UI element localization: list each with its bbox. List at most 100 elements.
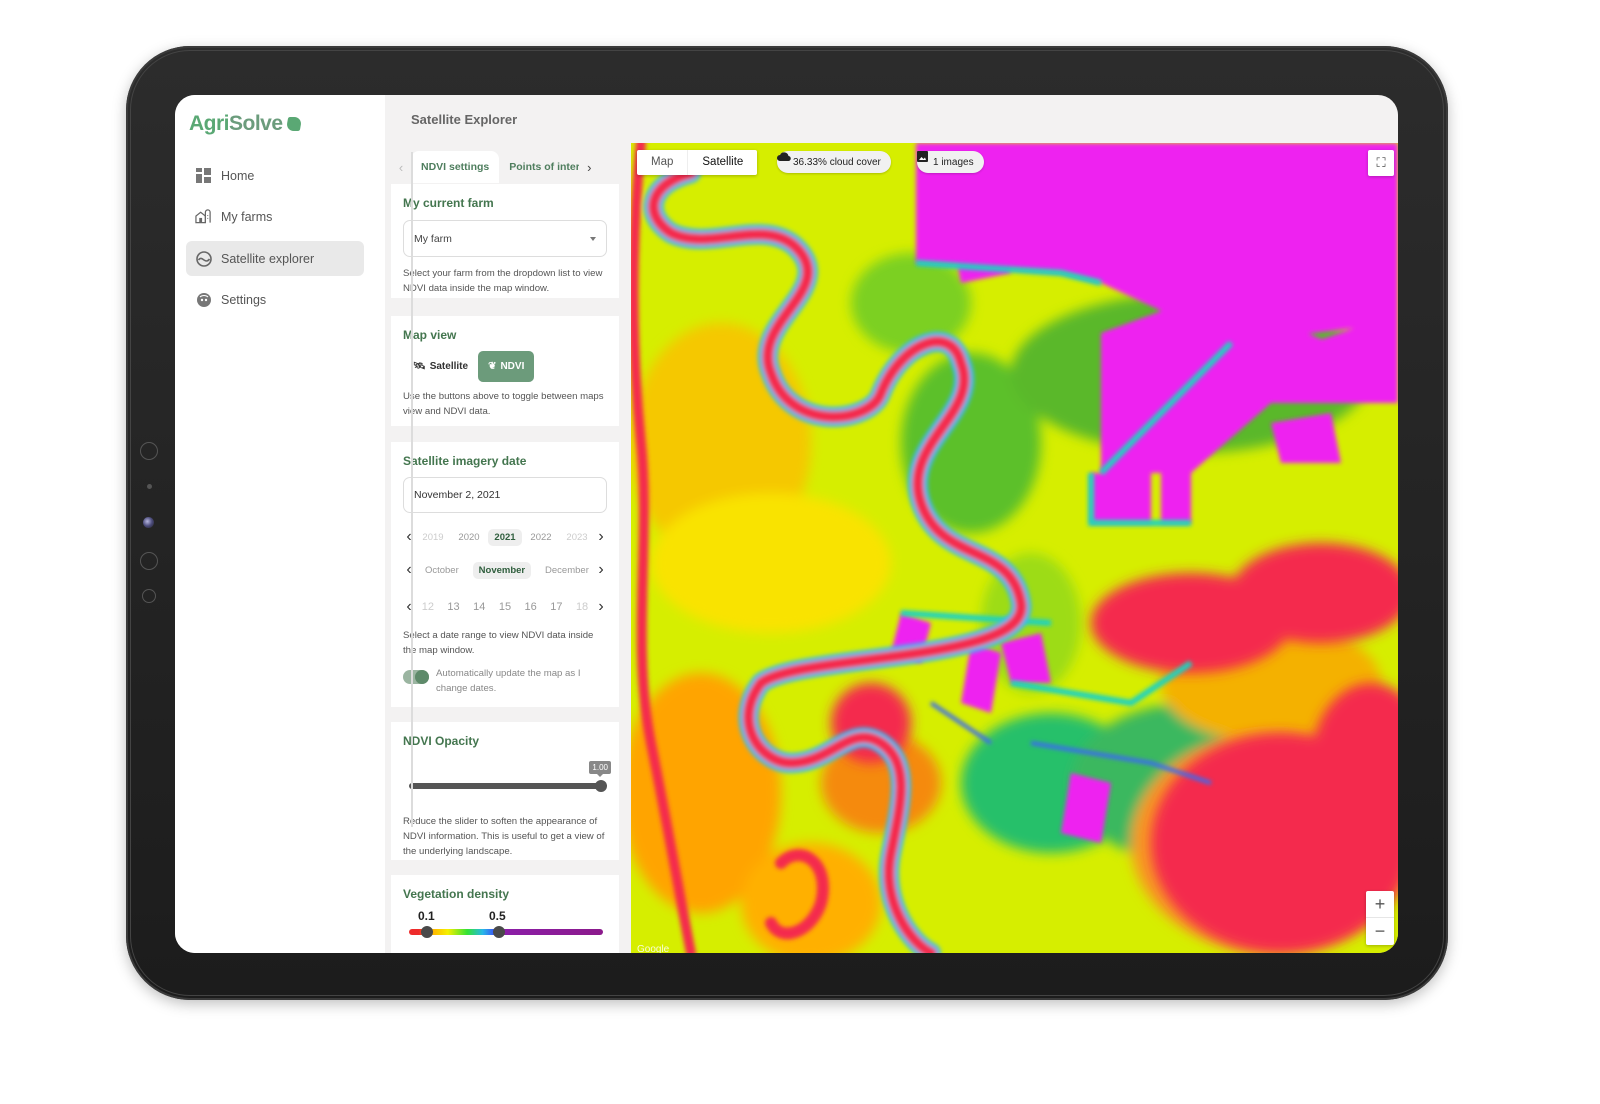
year-option[interactable]: 2019	[416, 529, 449, 546]
auto-update-row: Automatically update the map as I change…	[403, 666, 607, 696]
camera-lens-icon	[143, 517, 154, 528]
slider-track[interactable]	[409, 783, 603, 789]
month-option[interactable]: October	[419, 562, 465, 579]
date-help-text: Select a date range to view NDVI data in…	[403, 630, 594, 656]
map-type-map-button[interactable]: Map	[637, 150, 687, 175]
sidebar-item-satellite-explorer[interactable]: Satellite explorer	[186, 241, 364, 276]
zoom-in-button[interactable]: +	[1366, 891, 1394, 918]
image-count-text: 1 images	[933, 156, 974, 168]
farm-help-text: Select your farm from the dropdown list …	[403, 268, 603, 294]
satellite-view-button[interactable]: 🛰 Satellite	[403, 351, 478, 382]
vegetation-range-slider[interactable]: 0.1 0.5	[403, 907, 607, 947]
month-option[interactable]: December	[539, 562, 591, 579]
year-option[interactable]: 2020	[452, 529, 485, 546]
ndvi-heatmap	[631, 143, 1398, 953]
day-option[interactable]: 15	[495, 598, 515, 616]
range-high-thumb[interactable]	[493, 926, 505, 938]
tab-points-of-interest[interactable]: Points of interest	[499, 151, 579, 183]
auto-update-toggle[interactable]	[403, 670, 429, 684]
sensor-ring-icon	[142, 589, 156, 603]
user-face-icon	[195, 291, 212, 308]
zoom-out-button[interactable]: −	[1366, 918, 1394, 945]
map-type-control: Map Satellite	[637, 150, 758, 175]
slider-value-tooltip: 1.00	[589, 761, 611, 777]
panel-tabs: ‹ NDVI settings Points of interest ›	[391, 150, 621, 184]
imagery-date-card: Satellite imagery date November 2, 2021 …	[391, 442, 619, 707]
farm-card: My current farm My farm Select your farm…	[391, 184, 619, 298]
tab-ndvi-settings[interactable]: NDVI settings	[411, 151, 500, 183]
sensor-ring-icon	[140, 552, 158, 570]
day-option[interactable]: 17	[546, 598, 566, 616]
month-option-selected[interactable]: November	[472, 561, 532, 579]
page-title: Satellite Explorer	[411, 112, 518, 127]
map-view-title: Map view	[403, 328, 457, 342]
year-prev-button[interactable]: ‹	[403, 529, 415, 545]
day-option[interactable]: 16	[521, 598, 541, 616]
sensor-dot-icon	[147, 484, 152, 489]
day-option[interactable]: 12	[418, 598, 438, 616]
range-high-label: 0.5	[489, 909, 506, 923]
sidebar-item-my-farms[interactable]: My farms	[186, 199, 364, 234]
range-low-label: 0.1	[418, 909, 435, 923]
chevron-down-icon	[590, 236, 596, 241]
sidebar-item-label: My farms	[221, 209, 273, 224]
map-type-satellite-button[interactable]: Satellite	[687, 150, 757, 175]
panel-scrollbar[interactable]	[411, 152, 413, 827]
settings-panel: ‹ NDVI settings Points of interest › My …	[391, 150, 623, 953]
ndvi-opacity-title: NDVI Opacity	[403, 734, 480, 748]
ndvi-map[interactable]: Map Satellite 36.33% cloud cover 1 image…	[631, 143, 1398, 953]
satellite-orbit-icon	[195, 250, 212, 267]
slider-thumb[interactable]	[595, 780, 607, 792]
sidebar-item-label: Home	[221, 168, 255, 183]
app-screen: Agri Solve Home My farms Satellite explor…	[175, 95, 1398, 953]
tab-scroll-right-button[interactable]: ›	[579, 160, 599, 175]
day-prev-button[interactable]: ‹	[403, 599, 415, 615]
year-next-button[interactable]: ›	[595, 529, 607, 545]
ndvi-view-label: NDVI	[500, 361, 525, 372]
leaf-logo-icon	[285, 117, 302, 131]
sidebar-item-label: Settings	[221, 292, 267, 307]
cloud-cover-chip: 36.33% cloud cover	[777, 151, 891, 173]
ndvi-opacity-card: NDVI Opacity 1.00 Reduce the slider to s…	[391, 722, 619, 860]
auto-update-label: Automatically update the map as I change…	[436, 668, 581, 694]
year-option[interactable]: 2022	[524, 529, 557, 546]
image-count-chip: 1 images	[917, 151, 984, 173]
dashboard-grid-icon	[195, 167, 212, 184]
day-option[interactable]: 13	[443, 598, 463, 616]
sensor-ring-icon	[140, 442, 158, 460]
vegetation-density-title: Vegetation density	[403, 887, 510, 901]
year-option[interactable]: 2023	[560, 529, 593, 546]
farm-select[interactable]: My farm	[403, 220, 607, 257]
fullscreen-icon: ⛶	[1376, 155, 1386, 170]
month-prev-button[interactable]: ‹	[403, 562, 415, 578]
vegetation-density-card: Vegetation density 0.1 0.5	[391, 875, 619, 953]
ndvi-view-button[interactable]: ❦ NDVI	[478, 351, 535, 382]
cloud-cover-text: 36.33% cloud cover	[793, 156, 881, 168]
opacity-help-text: Reduce the slider to soften the appearan…	[403, 816, 605, 857]
sidebar-item-settings[interactable]: Settings	[186, 282, 364, 317]
brand-logo[interactable]: Agri Solve	[189, 112, 302, 136]
vegetation-gradient-track[interactable]	[409, 929, 603, 935]
day-next-button[interactable]: ›	[595, 599, 607, 615]
tab-scroll-left-button[interactable]: ‹	[391, 160, 411, 175]
farm-barn-icon	[195, 208, 212, 225]
imagery-date-title: Satellite imagery date	[403, 454, 527, 468]
day-option[interactable]: 14	[469, 598, 489, 616]
zoom-control: + −	[1366, 891, 1394, 945]
range-low-thumb[interactable]	[421, 926, 433, 938]
ndvi-opacity-slider[interactable]: 1.00	[403, 754, 611, 806]
brand-name-agri: Agri	[189, 112, 230, 135]
date-input-value: November 2, 2021	[414, 489, 501, 501]
day-picker: ‹ 12 13 14 15 16 17 18 ›	[403, 596, 607, 618]
farm-card-title: My current farm	[403, 196, 494, 210]
day-option[interactable]: 18	[572, 598, 592, 616]
year-option-selected[interactable]: 2021	[488, 528, 522, 546]
plant-icon: ❦	[488, 361, 497, 372]
sidebar-item-label: Satellite explorer	[221, 251, 315, 266]
sidebar-item-home[interactable]: Home	[186, 158, 364, 193]
date-input[interactable]: November 2, 2021	[403, 477, 607, 513]
month-next-button[interactable]: ›	[595, 562, 607, 578]
brand-name-solve: Solve	[229, 112, 283, 135]
map-view-help-text: Use the buttons above to toggle between …	[403, 391, 604, 417]
fullscreen-button[interactable]: ⛶	[1368, 150, 1394, 176]
